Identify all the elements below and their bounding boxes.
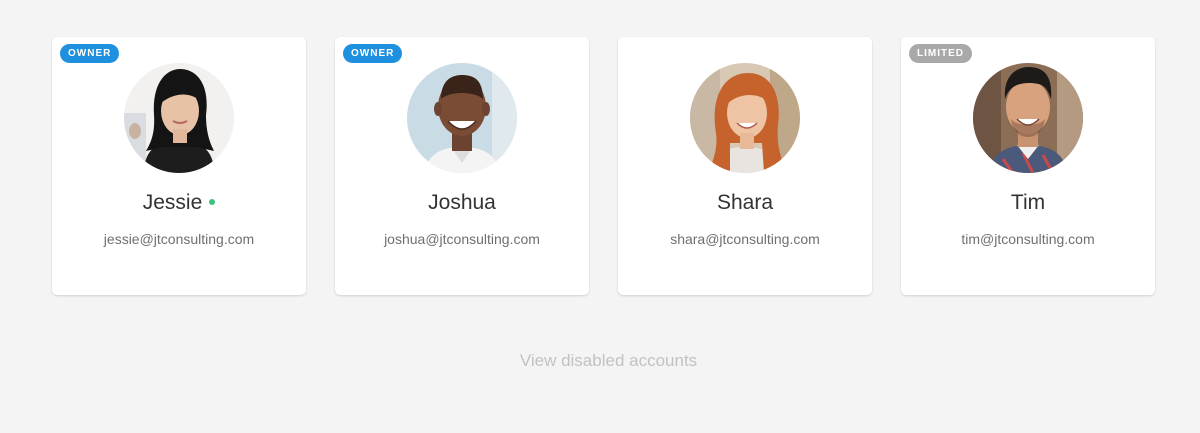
avatar [124,63,234,173]
online-status-dot [209,199,216,206]
avatar [973,63,1083,173]
user-name: Jessie [142,191,203,214]
user-card-shara[interactable]: Shara shara@jtconsulting.com [618,37,872,295]
view-disabled-accounts-link[interactable]: View disabled accounts [0,351,1200,371]
user-card-jessie[interactable]: OWNER Jessie jessie@jtconsulting.com [52,37,306,295]
user-email: shara@jtconsulting.com [670,231,820,247]
user-name-row: Joshua [335,190,589,216]
user-name-row: Jessie [52,190,306,216]
user-card-joshua[interactable]: OWNER Joshua joshua@jtconsulting.com [335,37,589,295]
user-card-list: OWNER Jessie jessie@jtconsulting.com OWN… [52,37,1155,295]
user-card-tim[interactable]: LIMITED Tim tim@jtconsulting.com [901,37,1155,295]
user-name: Shara [716,191,774,214]
user-name-row: Tim [901,190,1155,216]
user-name-row: Shara [618,190,872,216]
user-email: tim@jtconsulting.com [961,231,1095,247]
role-badge: OWNER [343,44,403,63]
avatar [690,63,800,173]
avatar [407,63,517,173]
user-name: Tim [1010,191,1046,214]
role-badge: OWNER [60,44,120,63]
user-email: joshua@jtconsulting.com [384,231,540,247]
role-badge: LIMITED [909,44,972,63]
user-name: Joshua [428,191,496,214]
user-email: jessie@jtconsulting.com [103,231,255,247]
